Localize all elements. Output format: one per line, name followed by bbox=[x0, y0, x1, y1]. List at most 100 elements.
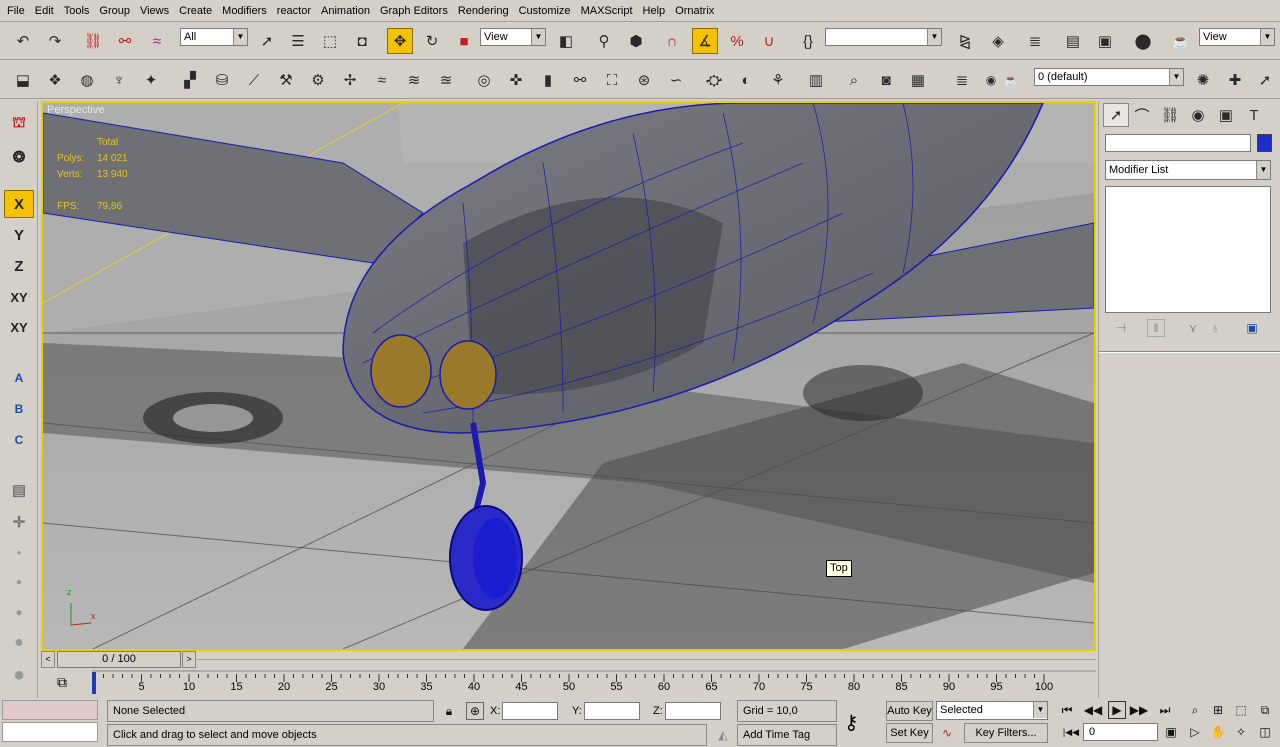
layer-dropdown[interactable]: 0 (default) ▼ bbox=[1034, 68, 1184, 86]
adaptive-degradation-icon[interactable]: ◭ bbox=[714, 726, 732, 744]
angle-snap-icon[interactable]: ∡ bbox=[692, 28, 718, 54]
keyboard-shortcut-override-icon[interactable]: ⬢ bbox=[623, 28, 649, 54]
menu-create[interactable]: Create bbox=[174, 1, 217, 21]
zoom-extents-icon[interactable]: ⬚ bbox=[1232, 701, 1250, 719]
time-next-icon[interactable]: > bbox=[182, 651, 196, 668]
restrict-z-button[interactable]: Z bbox=[4, 252, 34, 280]
select-by-name-icon[interactable]: ☰ bbox=[285, 28, 311, 54]
lights-icon[interactable]: ♆ bbox=[106, 67, 132, 93]
select-and-scale-icon[interactable]: ■ bbox=[451, 28, 477, 54]
prev-frame-icon[interactable]: ◀◀ bbox=[1084, 701, 1102, 719]
modifier-stack-list[interactable] bbox=[1105, 186, 1271, 313]
menu-group[interactable]: Group bbox=[94, 1, 135, 21]
modifier-list-dropdown[interactable]: Modifier List ▼ bbox=[1105, 160, 1271, 180]
key-mode-toggle-icon[interactable]: |◀◀ bbox=[1062, 723, 1080, 741]
select-and-rotate-icon[interactable]: ↻ bbox=[419, 28, 445, 54]
menu-edit[interactable]: Edit bbox=[30, 1, 59, 21]
patch-grids-icon[interactable]: ⟋ bbox=[241, 67, 267, 93]
create-tab-icon[interactable]: ➚ bbox=[1103, 103, 1129, 127]
hierarchy-tab-icon[interactable]: ⛓ bbox=[1157, 103, 1183, 127]
field-of-view-icon[interactable]: ▷ bbox=[1186, 723, 1204, 741]
restrict-plane-button[interactable]: XY bbox=[4, 313, 34, 341]
transform-gizmo-icon[interactable]: ❂ bbox=[4, 143, 34, 171]
render-scene-icon[interactable]: ☕ bbox=[1168, 28, 1194, 54]
menu-help[interactable]: Help bbox=[638, 1, 671, 21]
menu-graph-editors[interactable]: Graph Editors bbox=[375, 1, 453, 21]
object-color-swatch[interactable] bbox=[1257, 134, 1272, 152]
play-icon[interactable]: ▶ bbox=[1108, 701, 1126, 719]
add-to-layer-icon[interactable]: ✚ bbox=[1222, 67, 1248, 93]
unlink-icon[interactable]: ⚯ bbox=[112, 28, 138, 54]
window-crossing-icon[interactable]: ◘ bbox=[349, 28, 375, 54]
object-name-field[interactable] bbox=[1105, 134, 1251, 152]
zoom-all-icon[interactable]: ⊞ bbox=[1209, 701, 1227, 719]
selection-filter-dropdown[interactable]: All ▼ bbox=[180, 28, 248, 46]
set-key-button[interactable]: Set Key bbox=[886, 723, 933, 743]
maximize-viewport-icon[interactable]: ◫ bbox=[1256, 723, 1274, 741]
time-slider-thumb[interactable]: 0 / 100 bbox=[57, 651, 181, 668]
quick-render-icon[interactable]: ◙ bbox=[873, 67, 899, 93]
nurbs-icon[interactable]: ⚒ bbox=[273, 67, 299, 93]
auto-key-button[interactable]: Auto Key bbox=[886, 701, 933, 721]
lock-selection-icon[interactable]: 🔒︎ bbox=[440, 702, 458, 720]
named-selection-dropdown[interactable]: ▼ bbox=[825, 28, 942, 46]
helpers-icon[interactable]: ✦ bbox=[138, 67, 164, 93]
utilities-tab-icon[interactable]: T bbox=[1241, 103, 1267, 127]
dynamics-icon[interactable]: ⚙ bbox=[305, 67, 331, 93]
redo-icon[interactable]: ↷ bbox=[42, 28, 68, 54]
zoom-extents-all-icon[interactable]: ⧉ bbox=[1256, 701, 1274, 719]
time-prev-icon[interactable]: < bbox=[41, 651, 55, 668]
menu-ornatrix[interactable]: Ornatrix bbox=[670, 1, 719, 21]
list-icon[interactable]: ▤ bbox=[4, 476, 34, 504]
layer-manager-icon[interactable]: ≣ bbox=[1022, 28, 1048, 54]
make-unique-icon[interactable]: ⋎ bbox=[1184, 319, 1202, 337]
pin-stack-icon[interactable]: ⊣ bbox=[1112, 319, 1130, 337]
menu-customize[interactable]: Customize bbox=[514, 1, 576, 21]
menu-reactor[interactable]: reactor bbox=[272, 1, 316, 21]
modify-tab-icon[interactable]: ⌒ bbox=[1129, 103, 1155, 127]
select-layer-icon[interactable]: ➚ bbox=[1252, 67, 1278, 93]
sphere-icon[interactable]: ◍ bbox=[74, 67, 100, 93]
rectangular-selection-icon[interactable]: ⬚ bbox=[317, 28, 343, 54]
key-filters-button[interactable]: Key Filters... bbox=[964, 723, 1048, 743]
pan-view-icon[interactable]: ✋ bbox=[1209, 723, 1227, 741]
restrict-x-button[interactable]: X bbox=[4, 190, 34, 218]
wave-icon[interactable]: ≋ bbox=[401, 67, 427, 93]
render-frame-icon[interactable]: ▦ bbox=[905, 67, 931, 93]
menu-file[interactable]: File bbox=[2, 1, 30, 21]
render-setup-icon[interactable]: ▥ bbox=[803, 67, 829, 93]
motion-tab-icon[interactable]: ◉ bbox=[1185, 103, 1211, 127]
restrict-y-button[interactable]: Y bbox=[4, 221, 34, 249]
key-mode-dropdown[interactable]: Selected ▼ bbox=[936, 701, 1048, 720]
reactor-icon[interactable]: ⛮ bbox=[701, 67, 727, 93]
plus-icon[interactable]: ✛ bbox=[4, 508, 34, 536]
goto-start-icon[interactable]: ⏮ bbox=[1058, 701, 1076, 719]
particles-icon[interactable]: ⛁ bbox=[209, 67, 235, 93]
absolute-mode-icon[interactable]: ⊕ bbox=[466, 702, 484, 720]
time-slider[interactable]: < 0 / 100 > bbox=[41, 651, 1096, 668]
compound-objects-icon[interactable]: ▞ bbox=[177, 67, 203, 93]
viewport-label[interactable]: Perspective bbox=[47, 104, 104, 116]
menu-maxscript[interactable]: MAXScript bbox=[576, 1, 638, 21]
objects-icon[interactable]: ⬓ bbox=[10, 67, 36, 93]
flex-icon[interactable]: ∽ bbox=[663, 67, 689, 93]
shapes-icon[interactable]: ❖ bbox=[42, 67, 68, 93]
next-frame-icon[interactable]: ▶▶ bbox=[1130, 701, 1148, 719]
remove-modifier-icon[interactable]: ♁ bbox=[1206, 319, 1224, 337]
skin-icon[interactable]: ⛶ bbox=[599, 67, 625, 93]
render-preset-a-button[interactable]: A bbox=[4, 364, 34, 392]
display-tab-icon[interactable]: ▣ bbox=[1213, 103, 1239, 127]
set-key-icon[interactable]: ⚷ bbox=[844, 710, 859, 735]
shapes-extended-icon[interactable]: ✢ bbox=[337, 67, 363, 93]
ik-icon[interactable]: ⚯ bbox=[567, 67, 593, 93]
time-configuration-icon[interactable]: ▣ bbox=[1162, 723, 1180, 741]
wheel-icon[interactable]: ⊛ bbox=[631, 67, 657, 93]
menu-animation[interactable]: Animation bbox=[316, 1, 375, 21]
cloth-icon[interactable]: ◐ bbox=[733, 67, 759, 93]
maxscript-listener-pink[interactable] bbox=[2, 700, 98, 720]
perspective-viewport[interactable]: Perspective Total Polys: 14 021 Verts: 1… bbox=[41, 101, 1096, 651]
link-icon[interactable]: ⛓ bbox=[80, 28, 106, 54]
select-and-move-icon[interactable]: ✥ bbox=[387, 28, 413, 54]
bind-space-warp-icon[interactable]: ≈ bbox=[144, 28, 170, 54]
render-view-dropdown[interactable]: View ▼ bbox=[1199, 28, 1275, 46]
